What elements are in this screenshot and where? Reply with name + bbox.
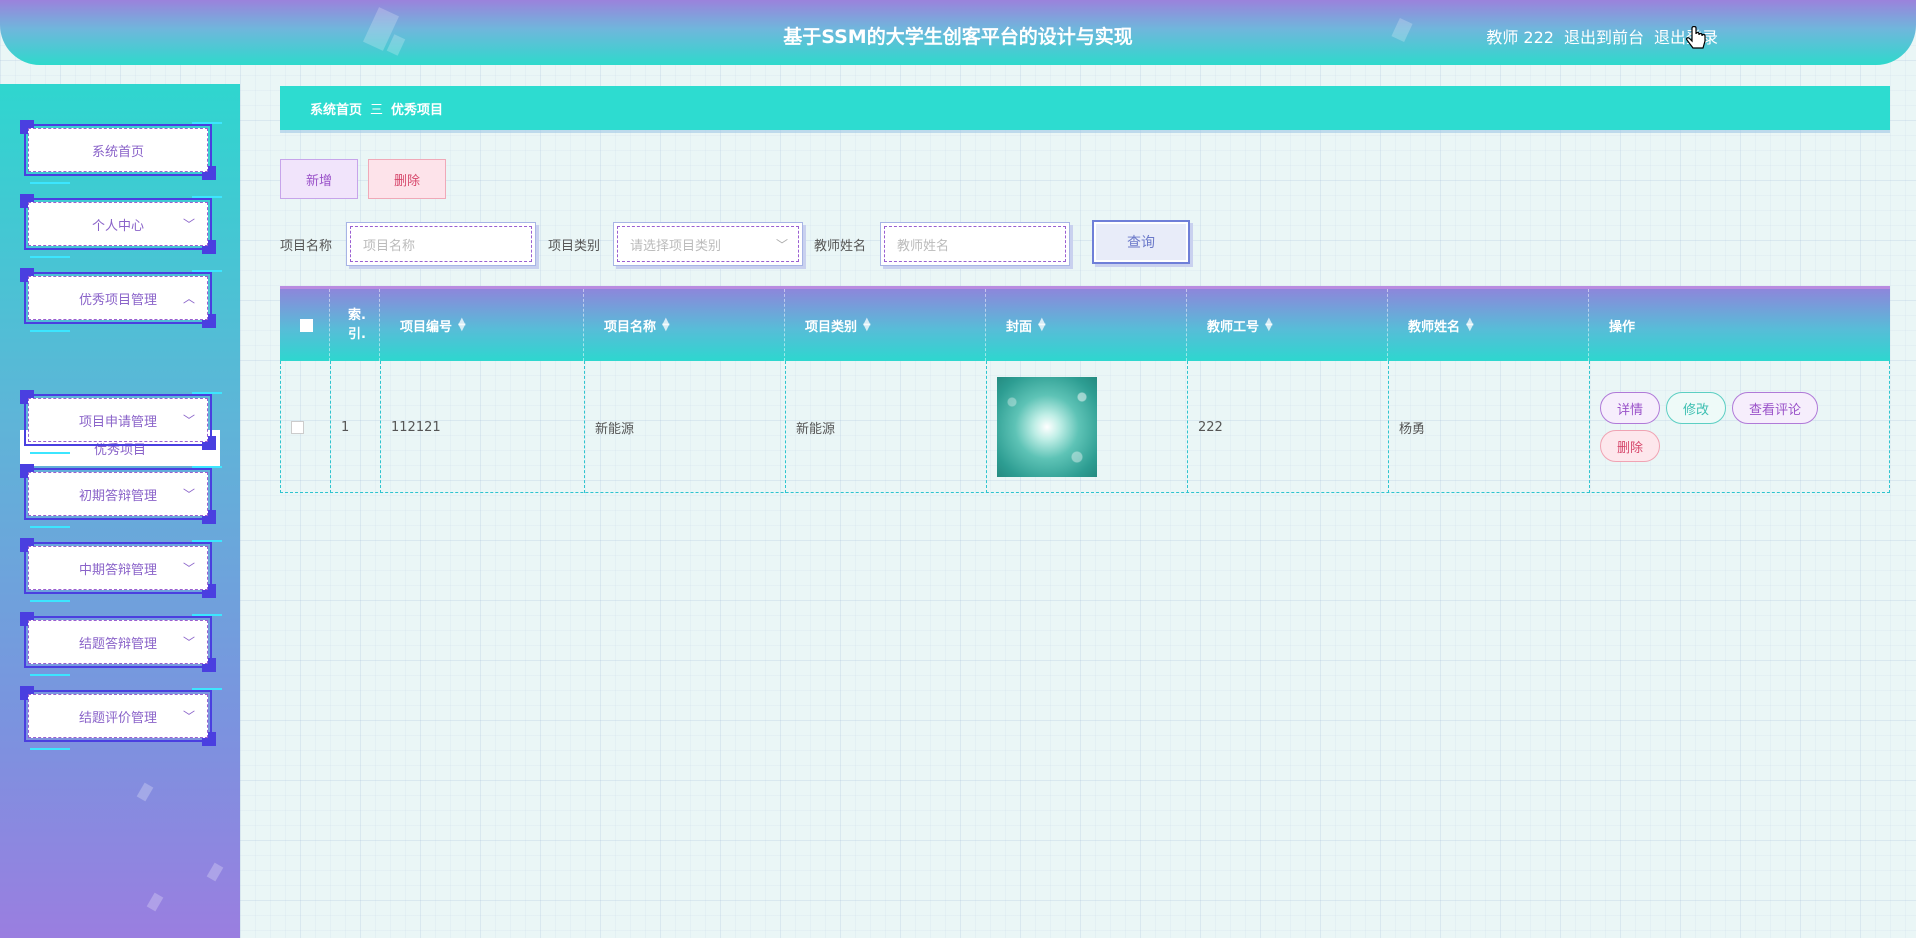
chevron-down-icon: ﹀ <box>775 237 788 252</box>
column-index: 索. 引. <box>330 289 380 361</box>
column-project-code[interactable]: 项目编号 ▲ ▼ <box>380 289 584 361</box>
query-button[interactable]: 查询 <box>1092 220 1190 264</box>
sidebar-decoration <box>136 782 154 802</box>
column-project-name[interactable]: 项目名称 ▲ ▼ <box>584 289 785 361</box>
project-table: 索. 引. 项目编号 ▲ ▼ 项目名称 ▲ ▼ 项目类别 ▲ ▼ 封面 ▲ ▼ 教师工号 ▲ ▼ 教… <box>280 286 1890 493</box>
sort-icon[interactable]: ▲ ▼ <box>1265 317 1273 333</box>
sidebar-item-label: 优秀项目管理 <box>78 292 157 308</box>
to-front-link[interactable]: 退出到前台 <box>1564 24 1644 48</box>
sidebar-item-profile[interactable]: 个人中心 ﹀ <box>20 194 222 258</box>
teacher-name-input[interactable]: 教师姓名 <box>880 222 1070 266</box>
cell-project-name: 新能源 <box>584 361 785 493</box>
teacher-name-placeholder: 教师姓名 <box>897 238 950 254</box>
column-project-type[interactable]: 项目类别 ▲ ▼ <box>785 289 986 361</box>
column-index-label-2: 引. <box>348 327 366 342</box>
table-row: 1 112121 新能源 新能源 222 杨勇 详情 修改 查看评论 删除 <box>280 361 1890 493</box>
column-label: 操作 <box>1609 319 1636 335</box>
project-type-placeholder: 请选择项目类别 <box>630 238 722 254</box>
project-name-input[interactable]: 项目名称 <box>346 222 536 266</box>
hand-cursor-icon <box>1686 26 1706 49</box>
delete-button[interactable]: 删除 <box>368 159 446 199</box>
sidebar-item-label: 项目申请管理 <box>78 414 157 430</box>
cell-cover <box>986 361 1187 493</box>
table-header: 索. 引. 项目编号 ▲ ▼ 项目名称 ▲ ▼ 项目类别 ▲ ▼ 封面 ▲ ▼ 教师工号 ▲ ▼ 教… <box>280 289 1890 361</box>
column-teacher-name[interactable]: 教师姓名 ▲ ▼ <box>1388 289 1589 361</box>
sort-icon[interactable]: ▲ ▼ <box>1466 317 1474 333</box>
cover-image[interactable] <box>997 377 1097 477</box>
sidebar-item-label: 系统首页 <box>91 144 144 160</box>
breadcrumb-separator-icon: 三 <box>370 102 384 118</box>
top-header: 基于SSM的大学生创客平台的设计与实现 教师 222 退出到前台 退出登录 <box>0 0 1916 65</box>
cell-project-type: 新能源 <box>785 361 986 493</box>
sidebar-item-label: 结题评价管理 <box>78 710 157 726</box>
column-index-label-1: 索. <box>348 308 366 323</box>
breadcrumb: 系统首页 三 优秀项目 <box>280 86 1890 130</box>
sort-icon[interactable]: ▲ ▼ <box>662 317 670 333</box>
chevron-down-icon: ﹀ <box>182 413 195 428</box>
row-select-cell <box>280 361 330 493</box>
current-user: 教师 222 <box>1486 28 1554 47</box>
sidebar-item-label: 中期答辩管理 <box>78 562 157 578</box>
sidebar-item-project-application[interactable]: 项目申请管理 ﹀ <box>20 390 222 454</box>
project-type-select[interactable]: 请选择项目类别 ﹀ <box>613 222 803 266</box>
column-cover[interactable]: 封面 ▲ ▼ <box>986 289 1187 361</box>
chevron-down-icon: ﹀ <box>182 709 195 724</box>
chevron-down-icon: ﹀ <box>182 487 195 502</box>
sort-icon[interactable]: ▲ ▼ <box>1038 317 1046 333</box>
teacher-name-label: 教师姓名 <box>814 239 867 254</box>
column-label: 项目名称 <box>604 319 657 335</box>
sidebar-item-final-defense[interactable]: 结题答辩管理 ﹀ <box>20 612 222 676</box>
select-all-cell <box>280 289 330 361</box>
sidebar-item-label: 初期答辩管理 <box>78 488 157 504</box>
detail-button[interactable]: 详情 <box>1600 392 1661 424</box>
chevron-down-icon: ﹀ <box>182 561 195 576</box>
select-all-checkbox[interactable] <box>300 318 313 332</box>
row-delete-button[interactable]: 删除 <box>1600 430 1661 462</box>
sort-icon[interactable]: ▲ ▼ <box>458 317 466 333</box>
sidebar-item-home[interactable]: 系统首页 <box>20 120 222 184</box>
breadcrumb-home[interactable]: 系统首页 <box>310 99 362 118</box>
sidebar: 系统首页 个人中心 ﹀ 优秀项目管理 ︿ 优秀项目 项目申请管理 ﹀ 初期答辩管理 ﹀ … <box>0 84 240 938</box>
sort-icon[interactable]: ▲ ▼ <box>863 317 871 333</box>
sidebar-item-label: 结题答辩管理 <box>78 636 157 652</box>
column-label: 教师工号 <box>1207 319 1260 335</box>
cell-index: 1 <box>330 361 380 493</box>
column-teacher-id[interactable]: 教师工号 ▲ ▼ <box>1187 289 1388 361</box>
chevron-up-icon: ︿ <box>182 291 195 306</box>
sidebar-item-label: 个人中心 <box>91 218 144 234</box>
cell-project-code: 112121 <box>380 361 584 493</box>
sidebar-item-initial-defense[interactable]: 初期答辩管理 ﹀ <box>20 464 222 528</box>
sidebar-item-excellent-projects[interactable]: 优秀项目管理 ︿ <box>20 268 222 332</box>
project-name-placeholder: 项目名称 <box>363 238 416 254</box>
sidebar-item-final-evaluation[interactable]: 结题评价管理 ﹀ <box>20 686 222 750</box>
add-button[interactable]: 新增 <box>280 159 358 199</box>
column-label: 项目编号 <box>400 319 453 335</box>
cell-teacher-name: 杨勇 <box>1388 361 1589 493</box>
project-name-label: 项目名称 <box>280 239 333 254</box>
column-actions: 操作 <box>1589 289 1890 361</box>
cell-actions: 详情 修改 查看评论 删除 <box>1589 361 1890 493</box>
sidebar-item-midterm-defense[interactable]: 中期答辩管理 ﹀ <box>20 538 222 602</box>
breadcrumb-current: 优秀项目 <box>391 102 444 118</box>
column-label: 教师姓名 <box>1408 319 1461 335</box>
view-comments-button[interactable]: 查看评论 <box>1732 392 1819 424</box>
sidebar-decoration <box>206 862 224 882</box>
column-label: 项目类别 <box>805 319 858 335</box>
chevron-down-icon: ﹀ <box>182 635 195 650</box>
project-type-label: 项目类别 <box>548 239 601 254</box>
sidebar-decoration <box>146 892 164 912</box>
cell-teacher-id: 222 <box>1187 361 1388 493</box>
row-checkbox[interactable] <box>291 420 304 434</box>
edit-button[interactable]: 修改 <box>1666 392 1727 424</box>
column-label: 封面 <box>1006 319 1033 335</box>
header-user-area: 教师 222 退出到前台 退出登录 <box>1486 24 1718 48</box>
chevron-down-icon: ﹀ <box>182 217 195 232</box>
